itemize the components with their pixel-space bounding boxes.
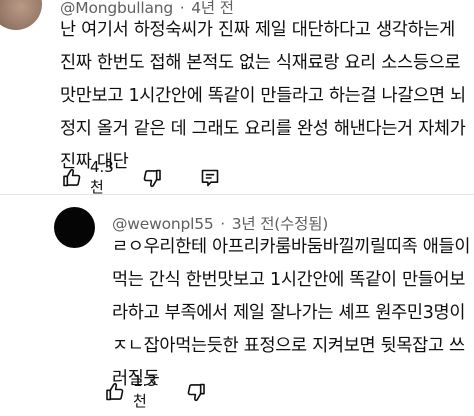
like-count: 1.3천 [133, 372, 157, 410]
comment-actions: 1.3천 [104, 372, 207, 411]
comment-line: 난 여기서 하정숙씨가 진짜 제일 대단하다고 생각하는게 [60, 20, 455, 40]
thumbs-up-icon [104, 382, 125, 402]
dislike-button[interactable] [186, 382, 207, 402]
like-count: 4.3천 [90, 158, 114, 196]
comment-line: ㄹㅇ우리한테 아프리카룸바둠바낄끼릴띠족 애들이 [112, 237, 471, 257]
comment-text: 난 여기서 하정숙씨가 진짜 제일 대단하다고 생각하는게 진짜 한번도 접해 … [60, 14, 466, 179]
like-button[interactable]: 4.3천 [61, 158, 114, 197]
reply-button[interactable] [200, 168, 220, 188]
comment-line: 라하고 부족에서 제일 잘나가는 셰프 원주민3명이 [112, 303, 466, 323]
comment-line: 진짜 한번도 접해 본적도 없는 식재료랑 요리 소스등으로 [60, 53, 461, 73]
avatar[interactable] [0, 0, 42, 30]
comment-actions: 4.3천 [61, 158, 220, 197]
comment-line: 정지 올거 같은 데 그래도 요리를 완성 해낸다는거 자체가 [60, 119, 466, 139]
comment-line: 맛만보고 1시간안에 똑같이 만들라고 하는걸 나갈으면 뇌 [60, 86, 466, 106]
dislike-button[interactable] [142, 168, 163, 188]
avatar[interactable] [54, 207, 95, 248]
comment-line: 먹는 간식 한번맛보고 1시간안에 똑같이 만들어보 [112, 270, 466, 290]
thumbs-up-icon [61, 168, 82, 188]
reply-icon [200, 168, 220, 188]
divider [0, 194, 474, 195]
comment-line: ㅈㄴ잡아먹는듯한 표정으로 지켜보면 뒷목잡고 쓰 [112, 336, 465, 356]
thumbs-down-icon [142, 168, 163, 188]
like-button[interactable]: 1.3천 [104, 372, 157, 411]
thumbs-down-icon [186, 382, 207, 402]
